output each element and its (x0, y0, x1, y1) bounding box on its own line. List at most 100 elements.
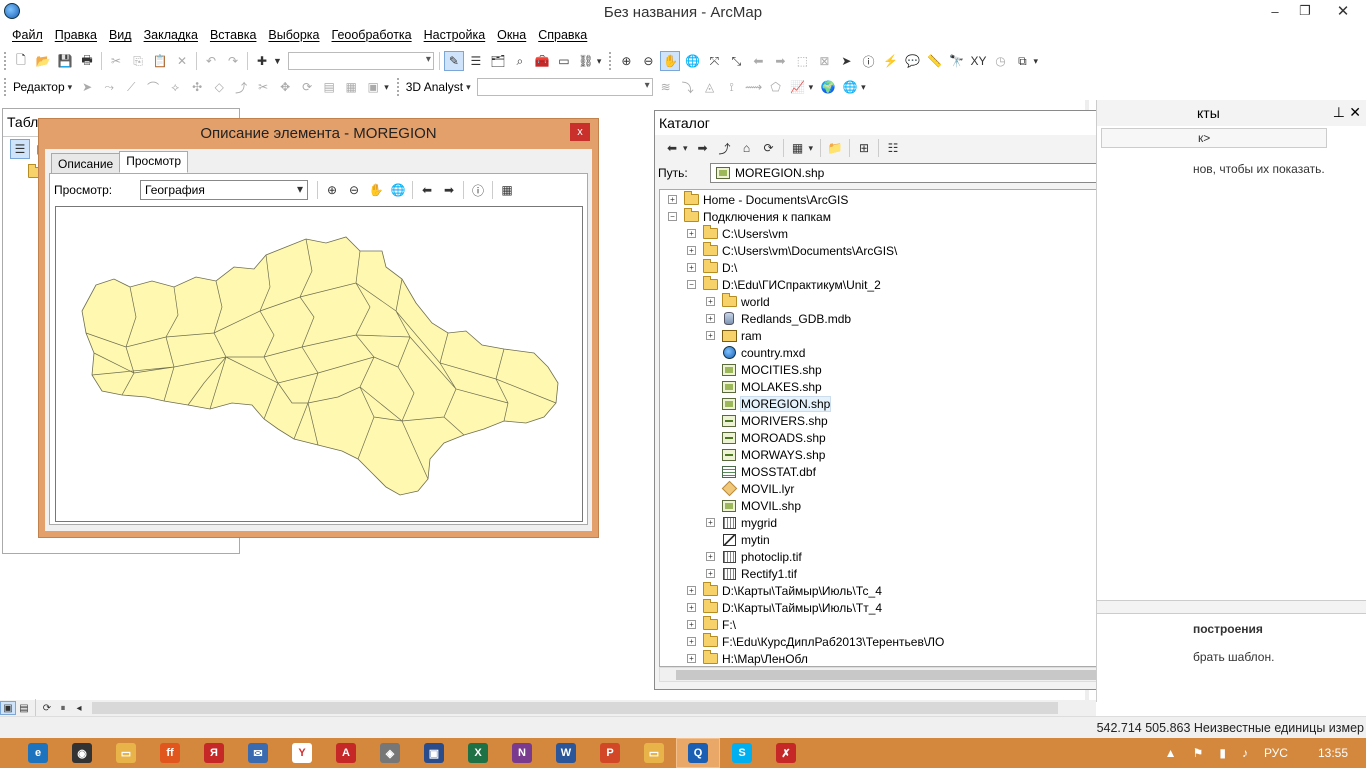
chevron-down-icon[interactable]: ▼ (273, 56, 282, 66)
chevron-down-icon[interactable]: ▾ (683, 143, 688, 154)
tree-horizontal-scrollbar[interactable] (659, 667, 1171, 682)
catalog-tree-item[interactable]: MORIVERS.shp (706, 412, 828, 429)
expand-toggle-icon[interactable]: + (687, 246, 696, 255)
menu-file[interactable]: Файл (6, 26, 49, 46)
catalog-tree-item[interactable]: + ram (706, 327, 762, 344)
arctoolbox-icon[interactable]: 🧰 (532, 51, 552, 71)
pause-drawing-icon[interactable]: ⏸ (55, 701, 71, 715)
tree-view-icon[interactable]: ⊞ (854, 138, 874, 158)
toolbar-grip[interactable] (609, 52, 612, 70)
catalog-tree-item[interactable]: + F:\ (687, 616, 736, 633)
arcscene-icon[interactable]: 🌍 (818, 77, 838, 97)
preview-mode-select[interactable]: География (140, 180, 308, 200)
python-window-icon[interactable]: ▭ (554, 51, 574, 71)
menu-bookmarks[interactable]: Закладка (138, 26, 204, 46)
catalog-tree-item[interactable]: + H:\Map\ЛенОбл (687, 650, 808, 666)
search-window-icon[interactable]: ⌕ (510, 51, 530, 71)
taskbar-app-word[interactable]: W (544, 738, 588, 768)
measure-icon[interactable]: 📏 (924, 51, 944, 71)
catalog-tree-item[interactable]: MOLAKES.shp (706, 378, 822, 395)
menu-customize[interactable]: Настройка (418, 26, 492, 46)
catalog-tree-item[interactable]: MOROADS.shp (706, 429, 826, 446)
catalog-tree-item[interactable]: − D:\Edu\ГИСпрактикум\Unit_2 (687, 276, 881, 293)
layout-view-icon[interactable]: ▤ (16, 701, 32, 715)
edit-vertices-icon[interactable]: ◇ (209, 77, 229, 97)
steepest-path-icon[interactable]: ⤵ (678, 77, 698, 97)
back-arrow-icon[interactable]: ⬅ (662, 138, 682, 158)
interpolate-line-icon[interactable]: ⟿ (744, 77, 764, 97)
expand-toggle-icon[interactable]: + (687, 603, 696, 612)
catalog-tree-item[interactable]: + world (706, 293, 770, 310)
template-filter-combo[interactable]: к> (1101, 128, 1327, 148)
menu-windows[interactable]: Окна (491, 26, 532, 46)
new-document-icon[interactable]: 🗋 (11, 51, 31, 71)
time-slider-icon[interactable]: ◷ (990, 51, 1010, 71)
interpolate-polygon-icon[interactable]: ⬠ (766, 77, 786, 97)
expand-toggle-icon[interactable]: − (687, 280, 696, 289)
connect-to-folder-icon[interactable]: 📁 (825, 138, 845, 158)
dialog-close-button[interactable]: x (570, 123, 590, 141)
taskbar-app-folder-app[interactable]: ▭ (632, 738, 676, 768)
flag-icon[interactable]: ⚑ (1193, 746, 1204, 760)
expand-toggle-icon[interactable]: + (668, 195, 677, 204)
toolbar-options-icon[interactable]: ▾ (597, 56, 602, 67)
menu-geoprocessing[interactable]: Геообработка (326, 26, 418, 46)
catalog-tree-item[interactable]: + mygrid (706, 514, 777, 531)
toolbar-grip[interactable] (4, 78, 7, 96)
catalog-tree-item[interactable]: + Home - Documents\ArcGIS (668, 191, 848, 208)
zoom-in-icon[interactable]: ⊕ (322, 180, 342, 200)
split-icon[interactable]: ✥ (275, 77, 295, 97)
minimize-button[interactable]: – (1260, 0, 1290, 22)
toolbar-grip[interactable] (4, 52, 7, 70)
toolbar-grip[interactable] (396, 78, 400, 96)
endpoint-arc-icon[interactable]: ⌒ (143, 77, 163, 97)
expand-toggle-icon[interactable]: + (706, 552, 715, 561)
map-scale-combo[interactable] (287, 52, 434, 70)
expand-toggle-icon[interactable]: + (687, 586, 696, 595)
find-icon[interactable]: 🔭 (946, 51, 966, 71)
expand-toggle-icon[interactable]: + (706, 331, 715, 340)
catalog-tree-item[interactable]: + F:\Edu\КурсДиплРаб2013\Терентьев\ЛО (687, 633, 944, 650)
reshape-icon[interactable]: ⤴ (231, 77, 251, 97)
catalog-tree-item[interactable]: MOCITIES.shp (706, 361, 822, 378)
taskbar-app-skype[interactable]: S (720, 738, 764, 768)
back-extent-icon[interactable]: ⬅ (417, 180, 437, 200)
fixed-zoom-in-icon[interactable]: ⤧ (704, 51, 724, 71)
go-to-xy-icon[interactable]: XY (968, 51, 988, 71)
cut-icon[interactable]: ✂ (106, 51, 126, 71)
zoom-out-icon[interactable]: ⊖ (344, 180, 364, 200)
full-extent-icon[interactable]: 🌐 (388, 180, 408, 200)
panel-splitter[interactable] (1097, 600, 1366, 614)
chevron-down-icon[interactable]: ▾ (466, 82, 471, 93)
catalog-tree-item[interactable]: MOVIL.shp (706, 497, 801, 514)
table-of-contents-icon[interactable]: ☰ (466, 51, 486, 71)
pan-hand-icon[interactable]: ✋ (660, 51, 681, 71)
tab-description[interactable]: Описание (51, 153, 121, 175)
catalog-tree-item[interactable]: mytin (706, 531, 770, 548)
toggle-contents-icon[interactable]: ⟳ (759, 138, 779, 158)
taskbar-app-yandex-browser[interactable]: Y (280, 738, 324, 768)
taskbar-app-app[interactable]: ◈ (368, 738, 412, 768)
toolbar-options-icon[interactable]: ▾ (384, 82, 389, 93)
3d-analyst-menu[interactable]: 3D Analyst (403, 80, 466, 94)
profile-graph-icon[interactable]: 📈 (788, 77, 808, 97)
create-viewer-icon[interactable]: ⧉ (1012, 51, 1032, 71)
cut-polygons-icon[interactable]: ✂ (253, 77, 273, 97)
trace-icon[interactable]: ⟡ (165, 77, 185, 97)
line-of-sight-icon[interactable]: ◬ (700, 77, 720, 97)
zoom-in-icon[interactable]: ⊕ (616, 51, 636, 71)
menu-edit[interactable]: Правка (49, 26, 103, 46)
network-icon[interactable]: ▮ (1219, 746, 1226, 760)
list-by-drawing-order-icon[interactable]: ☰ (10, 139, 30, 159)
close-pane-icon[interactable]: ✕ (1349, 104, 1361, 121)
home-folder-icon[interactable]: ⌂ (737, 138, 757, 158)
taskbar-app-ie[interactable]: e (16, 738, 60, 768)
undo-icon[interactable]: ↶ (201, 51, 221, 71)
catalog-window-icon[interactable]: 🗂 (488, 51, 508, 71)
html-popup-icon[interactable]: 💬 (902, 51, 922, 71)
taskbar-app-mail[interactable]: ✉ (236, 738, 280, 768)
taskbar-app-media[interactable]: ◉ (60, 738, 104, 768)
data-view-icon[interactable]: ▣ (0, 701, 16, 715)
taskbar-app-explorer[interactable]: ▭ (104, 738, 148, 768)
select-elements-icon[interactable]: ➤ (836, 51, 856, 71)
